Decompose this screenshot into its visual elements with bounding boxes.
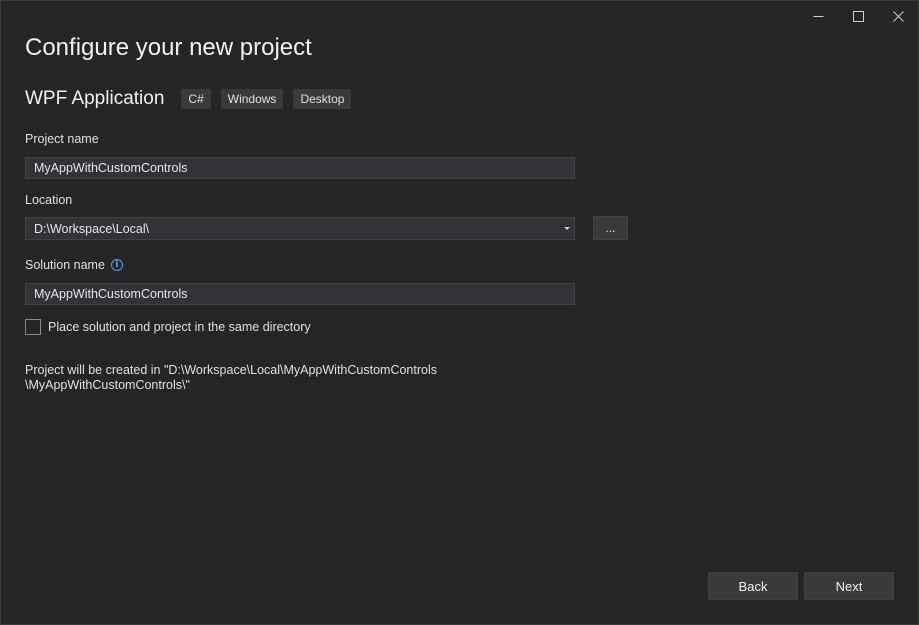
maximize-icon [852,10,864,22]
location-label: Location [25,193,73,207]
project-name-label: Project name [25,132,99,146]
same-directory-checkbox[interactable] [25,319,41,335]
project-path-summary: Project will be created in "D:\Workspace… [25,363,437,393]
project-name-value: MyAppWithCustomControls [34,161,188,175]
location-value: D:\Workspace\Local\ [34,221,150,236]
browse-button[interactable]: ... [593,216,628,240]
close-button[interactable] [878,1,918,31]
template-header: WPF Application C# Windows Desktop [25,88,361,110]
next-button[interactable]: Next [804,572,894,600]
page-title: Configure your new project [25,34,312,61]
location-combobox[interactable]: D:\Workspace\Local\ [25,217,575,240]
back-button[interactable]: Back [708,572,798,600]
info-icon[interactable]: i [110,259,123,271]
tag-platform: Windows [220,89,284,109]
solution-name-input[interactable]: MyAppWithCustomControls [25,283,575,305]
minimize-button[interactable] [798,1,838,31]
summary-line-2: \MyAppWithCustomControls\" [25,378,190,392]
chevron-down-icon[interactable] [564,227,570,230]
tag-project-type: Desktop [293,89,352,109]
dialog-window: Configure your new project WPF Applicati… [0,0,919,625]
same-directory-option[interactable]: Place solution and project in the same d… [25,319,311,335]
solution-name-label-row: Solution name i [25,258,123,272]
project-name-input[interactable]: MyAppWithCustomControls [25,157,575,179]
same-directory-label: Place solution and project in the same d… [48,320,311,334]
summary-line-1: Project will be created in "D:\Workspace… [25,363,437,377]
template-name: WPF Application [25,88,165,109]
solution-name-value: MyAppWithCustomControls [34,287,188,301]
maximize-button[interactable] [838,1,878,31]
close-icon [892,10,904,22]
minimize-icon [813,15,823,17]
window-controls [798,1,918,31]
solution-name-label: Solution name [25,258,105,272]
tag-language: C# [181,89,211,109]
